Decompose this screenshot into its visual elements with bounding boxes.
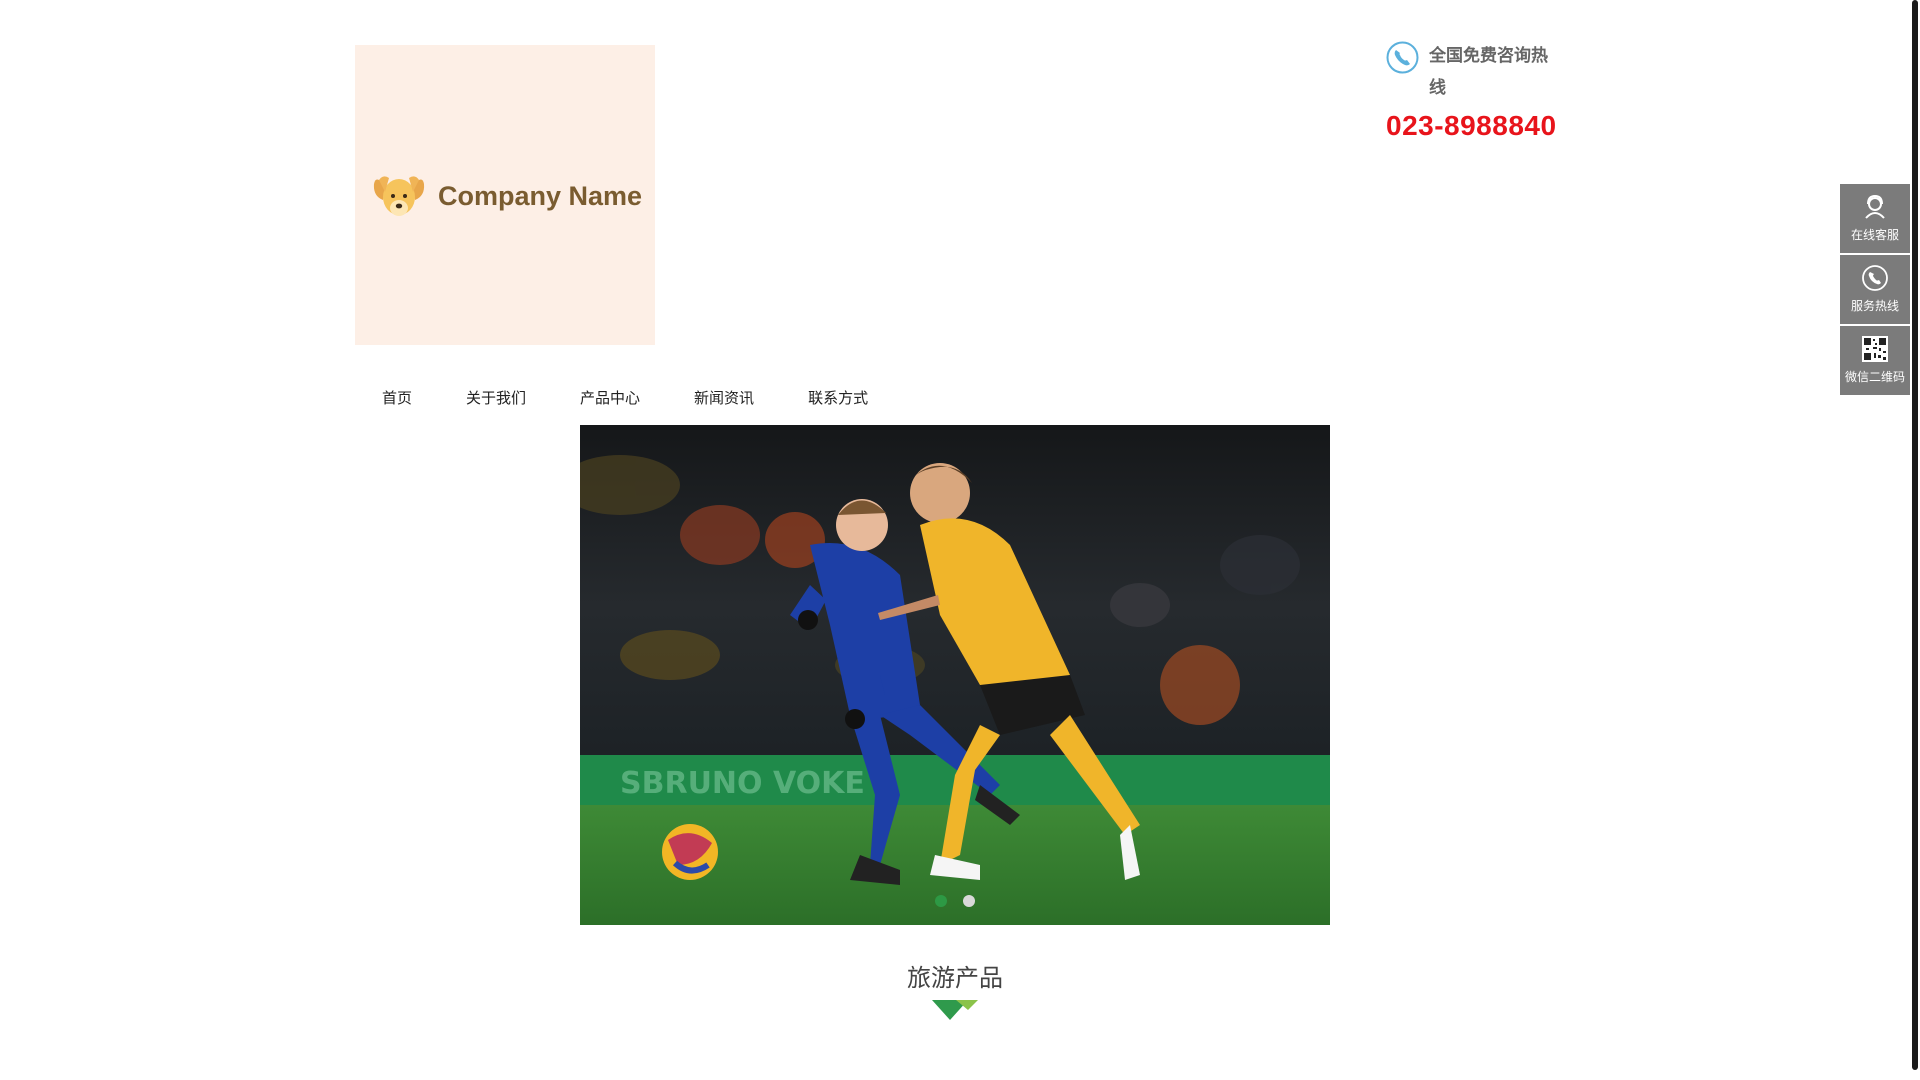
section-title: 旅游产品 <box>907 964 1003 992</box>
football-match-photo: SBRUNO VOKE <box>580 425 1330 925</box>
qr-code-icon <box>1862 336 1888 362</box>
phone-icon <box>1386 41 1419 74</box>
nav-item-products[interactable]: 产品中心 <box>553 386 667 410</box>
nav-item-home[interactable]: 首页 <box>355 386 439 410</box>
online-service-label: 在线客服 <box>1850 228 1899 242</box>
carousel-dot-1[interactable] <box>935 895 947 907</box>
logo-block[interactable]: Company Name <box>355 45 655 345</box>
carousel-dot-2[interactable] <box>963 895 975 907</box>
carousel-dots <box>935 895 975 907</box>
svg-text:SBRUNO VOKE: SBRUNO VOKE <box>620 766 865 801</box>
floating-sidebar: 在线客服 服务热线 微信二维码 <box>1840 184 1910 397</box>
dog-logo-icon <box>373 176 425 216</box>
logo[interactable]: Company Name <box>373 170 642 222</box>
hotline-label: 全国免费咨询热线 <box>1429 46 1548 98</box>
scrollbar-thumb[interactable] <box>1912 0 1918 1070</box>
phone-icon <box>1862 265 1888 291</box>
down-arrow-icon <box>932 1000 978 1020</box>
nav-item-news[interactable]: 新闻资讯 <box>667 386 781 410</box>
scrollbar[interactable] <box>1910 0 1920 1080</box>
hotline-number[interactable]: 023-8988840 <box>1386 110 1566 142</box>
nav-item-about[interactable]: 关于我们 <box>439 386 553 410</box>
hotline-button[interactable]: 服务热线 <box>1840 255 1910 324</box>
online-service-button[interactable]: 在线客服 <box>1840 184 1910 253</box>
wechat-qr-label: 微信二维码 <box>1844 370 1905 384</box>
customer-service-icon <box>1865 194 1885 219</box>
main-nav: 首页 关于我们 产品中心 新闻资讯 联系方式 <box>355 386 895 410</box>
hotline-block: 全国免费咨询热线 023-8988840 <box>1386 41 1566 142</box>
nav-item-contact[interactable]: 联系方式 <box>781 386 895 410</box>
banner-carousel[interactable]: SBRUNO VOKE <box>580 425 1330 925</box>
company-name: Company Name <box>438 180 643 211</box>
wechat-qr-button[interactable]: 微信二维码 <box>1840 326 1910 395</box>
hotline-side-label: 服务热线 <box>1850 299 1899 313</box>
